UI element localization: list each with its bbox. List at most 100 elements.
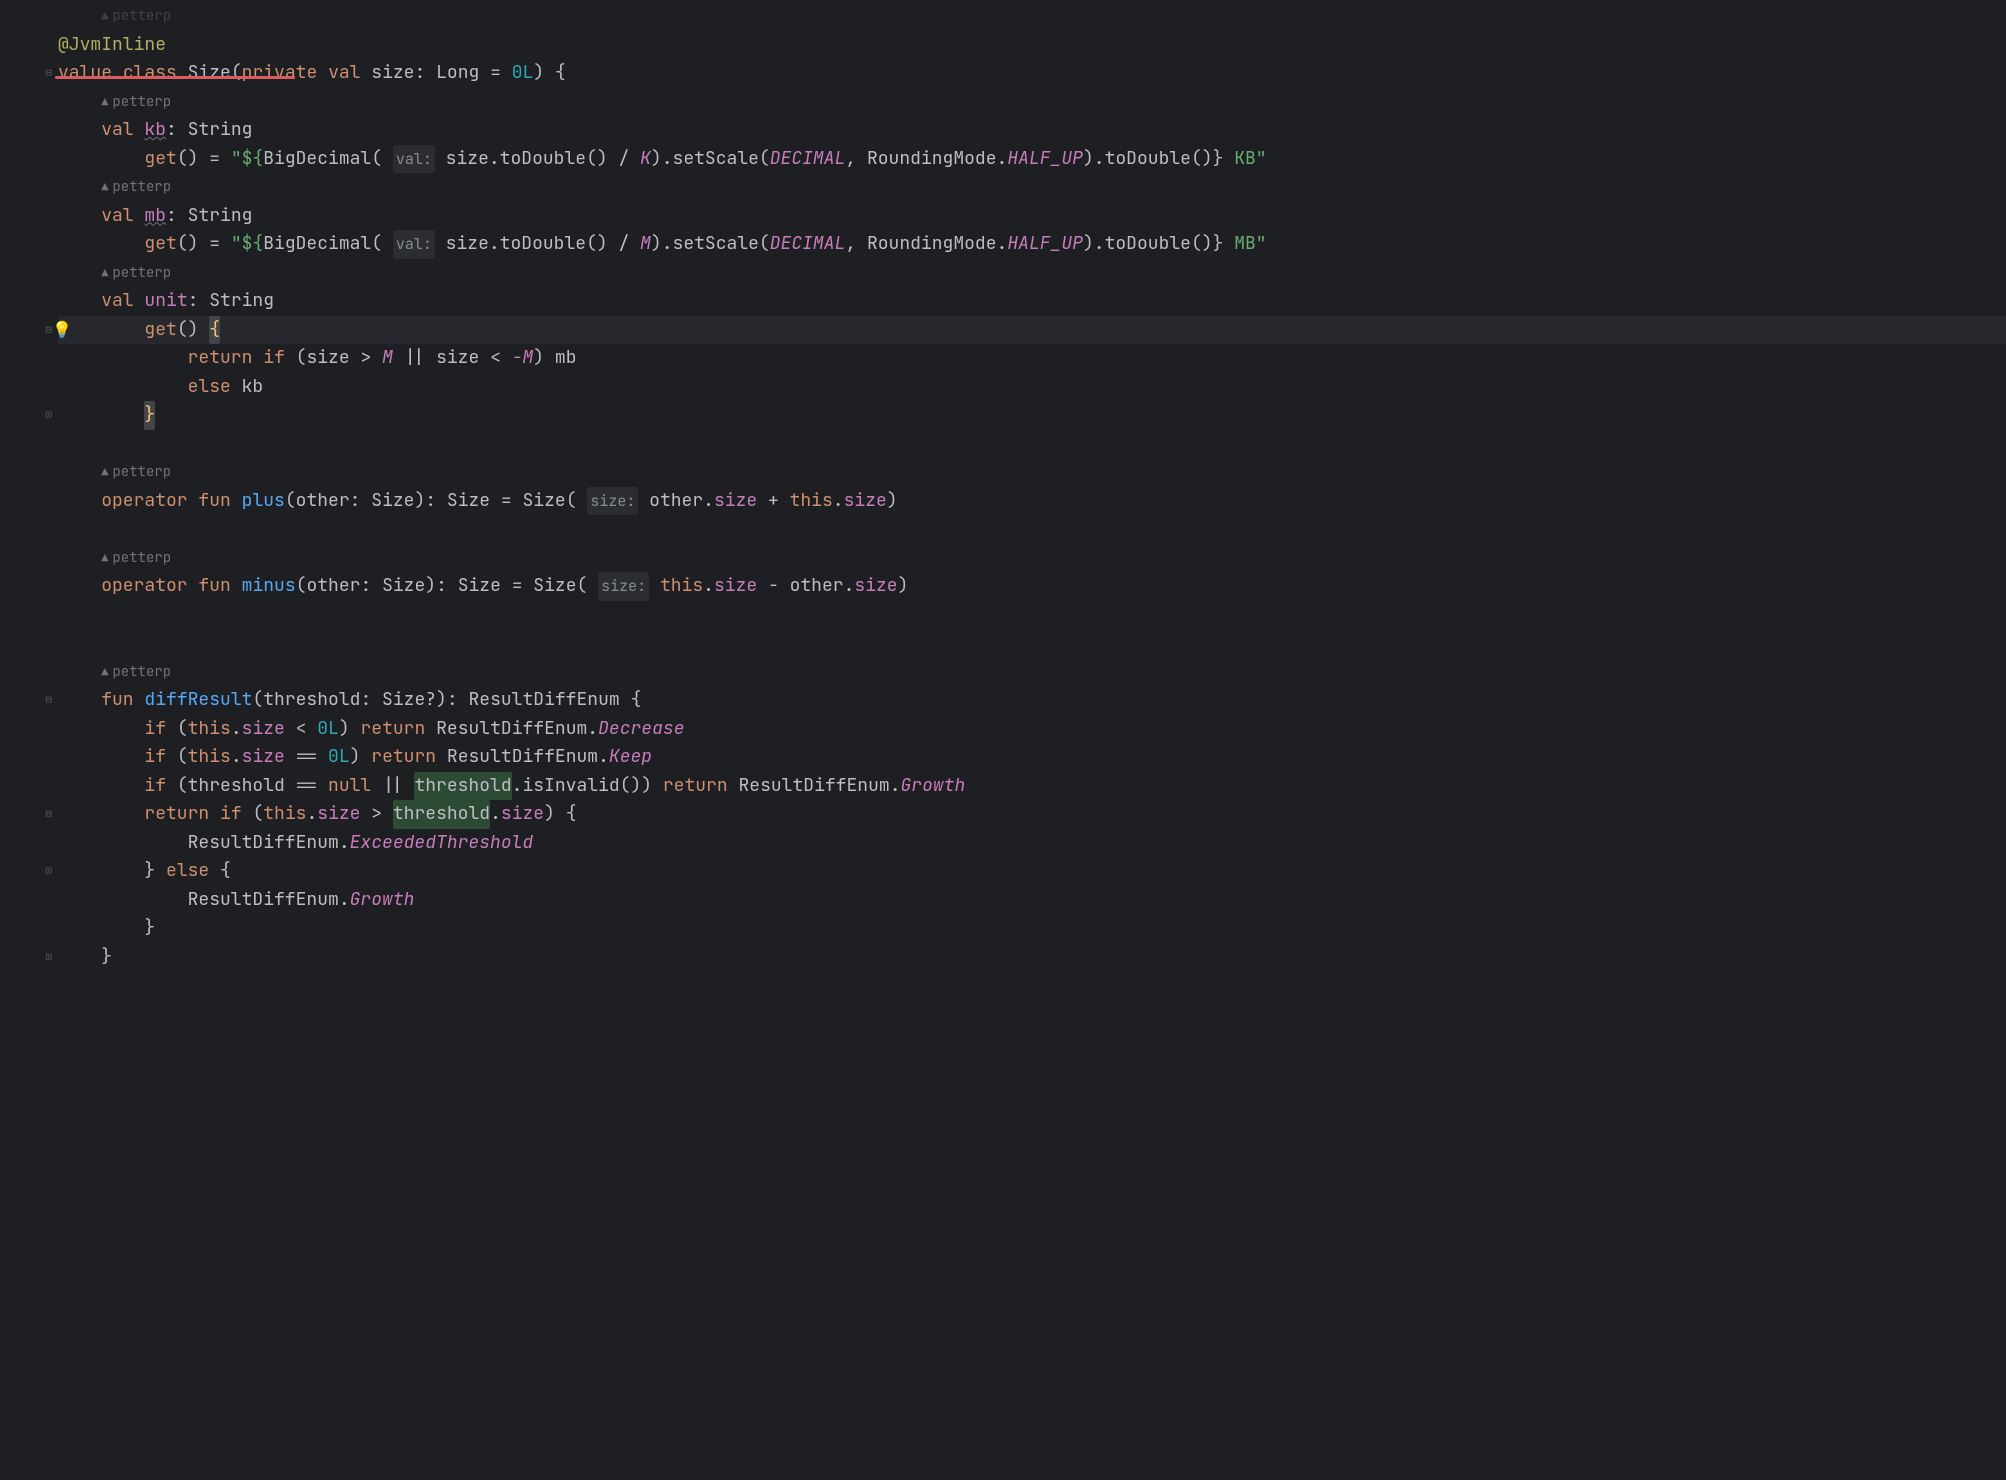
const-halfup: HALF_UP xyxy=(1007,145,1083,174)
ctor: Size xyxy=(533,572,576,601)
author-annotation: petterp xyxy=(112,173,171,202)
paren-close: ) xyxy=(436,686,447,715)
ref-size: size xyxy=(446,230,489,259)
kw-return: return xyxy=(371,743,436,772)
kw-if: if xyxy=(144,772,166,801)
paren-close: ) xyxy=(1083,230,1094,259)
num-zero: 0L xyxy=(328,743,350,772)
kw-value: value xyxy=(58,59,112,88)
author-icon: ▲ xyxy=(101,173,108,202)
type: Size xyxy=(371,487,414,516)
author-icon: ▲ xyxy=(101,658,108,687)
ref-mb: mb xyxy=(555,344,577,373)
fn-plus: plus xyxy=(242,487,285,516)
current-line[interactable]: get() { xyxy=(58,316,2006,345)
prop-size: size xyxy=(242,743,285,772)
author-annotation: petterp xyxy=(112,2,171,31)
prop-size: size xyxy=(854,572,897,601)
fold-icon[interactable]: ⊟ xyxy=(45,59,52,88)
paren-open: ( xyxy=(577,572,588,601)
ret-type: Size xyxy=(447,487,490,516)
intention-bulb-icon[interactable]: 💡 xyxy=(52,316,72,345)
comma: , xyxy=(845,230,867,259)
brace-open: { xyxy=(620,686,642,715)
enum-exceeded: ExceededThreshold xyxy=(350,829,534,858)
ref-size: size xyxy=(306,344,349,373)
fold-close-icon[interactable]: ⊡ xyxy=(45,943,52,972)
prop-size: size xyxy=(714,572,757,601)
paren-close: ) xyxy=(1083,145,1094,174)
op-plus: + xyxy=(757,487,789,516)
colon: : xyxy=(360,572,382,601)
dot: . xyxy=(490,800,501,829)
fold-close-icon[interactable]: ⊡ xyxy=(45,857,52,886)
call-setscale: .setScale( xyxy=(662,230,770,259)
op-gt: > xyxy=(350,344,382,373)
prop-size: size xyxy=(501,800,544,829)
prop-size: size xyxy=(242,715,285,744)
code-editor[interactable]: ⊟ ⊟💡 ⊡ ⊟ ⊟ ⊡ ⊡ ▲petterp xyxy=(0,0,2006,971)
ref-threshold: threshold xyxy=(188,772,285,801)
enum-keep: Keep xyxy=(609,743,652,772)
fold-icon[interactable]: ⊟ xyxy=(45,316,52,345)
fold-close-icon[interactable]: ⊡ xyxy=(45,401,52,430)
call-todouble-close: .toDouble()} xyxy=(1094,145,1224,174)
author-icon: ▲ xyxy=(101,458,108,487)
op-or: || xyxy=(371,772,414,801)
kw-return: return xyxy=(663,772,728,801)
kw-get: get xyxy=(144,145,176,174)
const-m: M xyxy=(640,230,651,259)
fold-icon[interactable]: ⊟ xyxy=(45,800,52,829)
code-content[interactable]: ▲petterp @JvmInline value class Size(pri… xyxy=(58,2,2006,971)
op-eqeq: == xyxy=(285,772,328,801)
kw-fun: fun xyxy=(101,686,133,715)
enum-ref: ResultDiffEnum xyxy=(188,829,339,858)
author-annotation: petterp xyxy=(112,88,171,117)
kw-val: val xyxy=(101,116,133,145)
const-m: M xyxy=(382,344,393,373)
colon: : xyxy=(425,487,447,516)
kw-val: val xyxy=(101,202,133,231)
author-icon: ▲ xyxy=(101,88,108,117)
enum-ref: ResultDiffEnum xyxy=(436,715,587,744)
brace-open: { xyxy=(209,316,220,345)
param-other: other xyxy=(306,572,360,601)
op-or: || xyxy=(393,344,436,373)
brace-open: { xyxy=(209,857,231,886)
kw-this: this xyxy=(660,572,703,601)
kw-return: return xyxy=(144,800,209,829)
paren-open: ( xyxy=(166,743,188,772)
ref-other: other xyxy=(649,487,703,516)
ref-threshold: threshold xyxy=(414,774,511,797)
colon: : xyxy=(360,686,382,715)
param-hint: val: xyxy=(393,145,435,174)
op-div: / xyxy=(608,230,640,259)
brace-close: } xyxy=(101,943,112,972)
kw-fun: fun xyxy=(198,487,230,516)
fold-icon[interactable]: ⊟ xyxy=(45,686,52,715)
colon: : xyxy=(436,572,458,601)
eq: = xyxy=(198,230,230,259)
kw-return: return xyxy=(188,344,253,373)
call-bigdecimal: BigDecimal xyxy=(263,145,371,174)
paren-close: ) xyxy=(339,715,361,744)
param-hint: val: xyxy=(393,230,435,259)
op-div: / xyxy=(608,145,640,174)
eq: = xyxy=(198,145,230,174)
type: Long xyxy=(436,59,479,88)
paren-close: ) xyxy=(887,487,898,516)
ref-size: size xyxy=(446,145,489,174)
brace-close: } xyxy=(144,857,155,886)
kw-this: this xyxy=(188,743,231,772)
parens: () xyxy=(177,145,199,174)
dot: . xyxy=(844,572,855,601)
type: Size? xyxy=(382,686,436,715)
paren-close: ) xyxy=(414,487,425,516)
annotation: @JvmInline xyxy=(58,31,166,60)
paren-open: ( xyxy=(285,344,307,373)
ref-threshold: threshold xyxy=(393,802,490,825)
param-other: other xyxy=(296,487,350,516)
ref-roundingmode: RoundingMode xyxy=(867,145,997,174)
kw-operator: operator xyxy=(101,572,187,601)
brace-close: } xyxy=(144,914,155,943)
